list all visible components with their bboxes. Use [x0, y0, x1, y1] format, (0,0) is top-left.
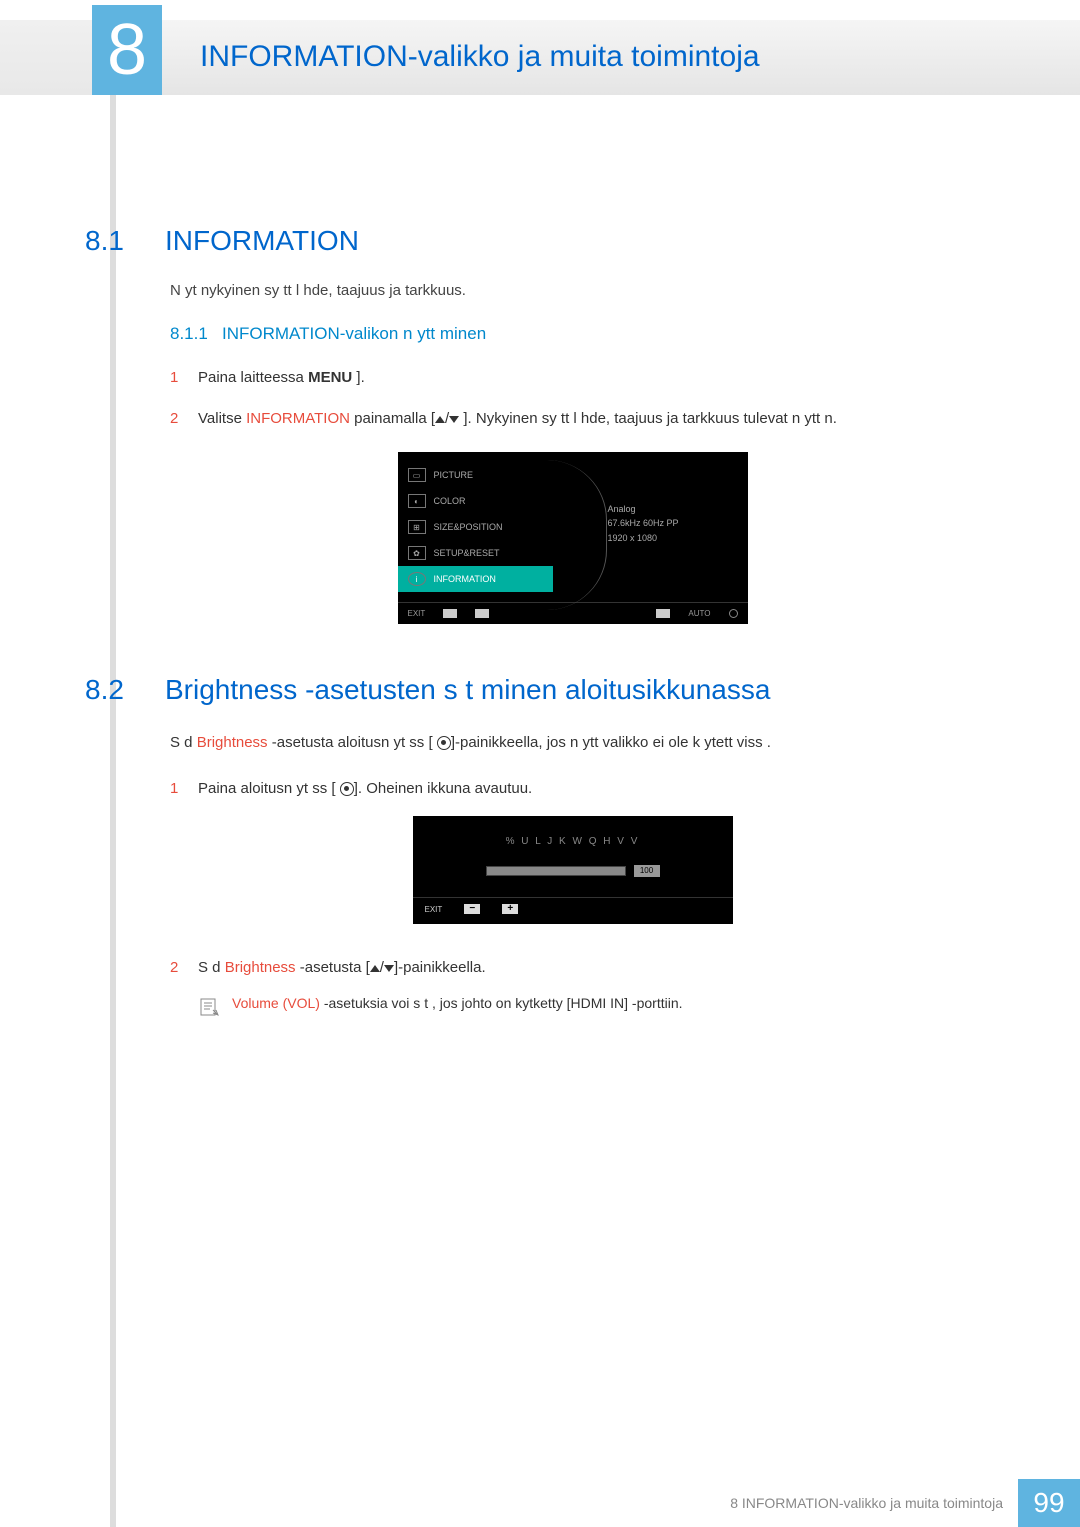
- gear-icon: ✿: [408, 546, 426, 560]
- osd-exit-label: EXIT: [408, 609, 426, 618]
- osd2-title: % U L J K W Q H V V: [433, 836, 713, 847]
- section-number: 8.1: [85, 225, 165, 257]
- up-arrow-icon: [435, 416, 445, 423]
- picture-icon: ▭: [408, 468, 426, 482]
- brightness-value: 100: [634, 865, 660, 877]
- osd-menu-screenshot: ▭PICTURE ◐COLOR ⊞SIZE&POSITION ✿SETUP&RE…: [398, 452, 748, 624]
- section-title: INFORMATION: [165, 225, 359, 257]
- minus-icon: −: [464, 904, 480, 914]
- step-number: 1: [170, 364, 198, 391]
- step-1: 1 Paina laitteessa MENU ].: [170, 364, 1020, 391]
- color-icon: ◐: [408, 494, 426, 508]
- enter-button-icon: [656, 609, 670, 618]
- step-number: 1: [170, 775, 198, 802]
- info-icon: i: [408, 572, 426, 586]
- section-number: 8.2: [85, 674, 165, 706]
- dot-button-icon: [437, 736, 451, 750]
- osd-item-picture: ▭PICTURE: [398, 462, 553, 488]
- step-text: Valitse INFORMATION painamalla [/ ]. Nyk…: [198, 405, 837, 432]
- osd2-exit-label: EXIT: [425, 905, 443, 914]
- footer-text: 8 INFORMATION-valikko ja muita toimintoj…: [730, 1495, 1003, 1511]
- step-text: Paina laitteessa MENU ].: [198, 364, 365, 391]
- step-text: S d Brightness -asetusta [/]-painikkeell…: [198, 954, 486, 981]
- osd-item-size-position: ⊞SIZE&POSITION: [398, 514, 553, 540]
- size-icon: ⊞: [408, 520, 426, 534]
- up-button-icon: [475, 609, 489, 618]
- brightness-slider: [486, 866, 626, 876]
- section-intro: N yt nykyinen sy tt l hde, taajuus ja ta…: [170, 282, 1020, 299]
- step-2: 2 Valitse INFORMATION painamalla [/ ]. N…: [170, 405, 1020, 432]
- step-text: Paina aloitusn yt ss [ ]. Oheinen ikkuna…: [198, 775, 532, 802]
- subsection-number: 8.1.1: [170, 324, 208, 343]
- step-number: 2: [170, 954, 198, 981]
- page-number: 99: [1018, 1479, 1080, 1527]
- down-arrow-icon: [384, 965, 394, 972]
- chapter-number: 8: [92, 5, 162, 95]
- section-8-2-intro: S d Brightness -asetusta aloitusn yt ss …: [170, 731, 1020, 755]
- note-row: Volume (VOL) -asetuksia voi s t , jos jo…: [198, 995, 1020, 1019]
- page-footer: 8 INFORMATION-valikko ja muita toimintoj…: [0, 1479, 1080, 1527]
- subsection-title: 8.1.1 INFORMATION-valikon n ytt minen: [170, 324, 1020, 344]
- subsection-name: INFORMATION-valikon n ytt minen: [222, 324, 486, 343]
- down-arrow-icon: [449, 416, 459, 423]
- page-header: 8 INFORMATION-valikko ja muita toimintoj…: [0, 0, 1080, 95]
- osd-auto-label: AUTO: [688, 609, 710, 618]
- up-arrow-icon: [370, 965, 380, 972]
- step-number: 2: [170, 405, 198, 432]
- osd-item-information: iINFORMATION: [398, 566, 553, 592]
- osd-brightness-screenshot: % U L J K W Q H V V 100 EXIT − +: [413, 816, 733, 924]
- chapter-title: INFORMATION-valikko ja muita toimintoja: [200, 40, 760, 74]
- section-title: Brightness -asetusten s t minen aloitusi…: [165, 674, 770, 706]
- osd2-footer: EXIT − +: [413, 897, 733, 924]
- section-8-2-heading: 8.2 Brightness -asetusten s t minen aloi…: [125, 674, 1020, 706]
- section-8-1-heading: 8.1 INFORMATION: [125, 225, 1020, 257]
- step-2-s2: 2 S d Brightness -asetusta [/]-painikkee…: [170, 954, 1020, 981]
- osd-footer: EXIT AUTO: [398, 602, 748, 624]
- note-icon: [198, 995, 222, 1019]
- step-1-s2: 1 Paina aloitusn yt ss [ ]. Oheinen ikku…: [170, 775, 1020, 802]
- dot-button-icon: [340, 782, 354, 796]
- note-text: Volume (VOL) -asetuksia voi s t , jos jo…: [232, 995, 683, 1011]
- down-button-icon: [443, 609, 457, 618]
- osd-item-color: ◐COLOR: [398, 488, 553, 514]
- plus-icon: +: [502, 904, 518, 914]
- osd-item-setup-reset: ✿SETUP&RESET: [398, 540, 553, 566]
- power-icon: [729, 609, 738, 618]
